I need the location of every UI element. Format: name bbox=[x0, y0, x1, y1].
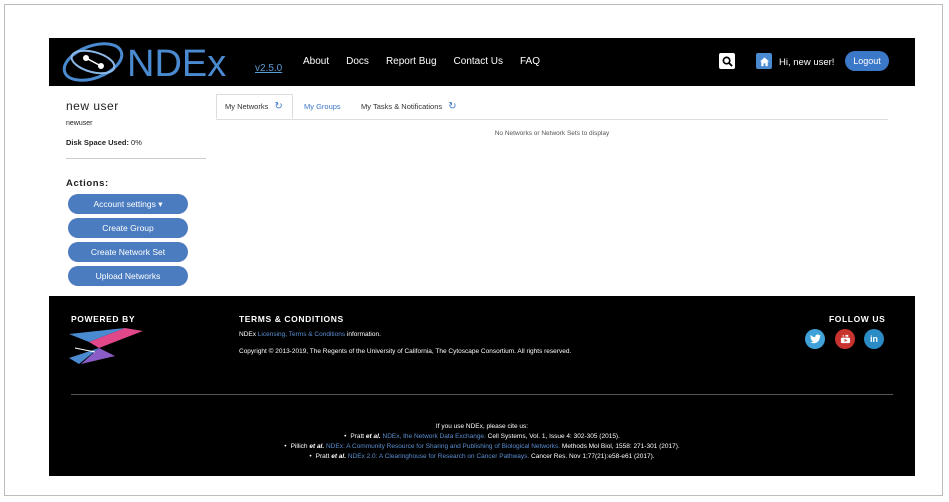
citation-1-authors: Pratt bbox=[350, 433, 365, 440]
disk-space-value: 0% bbox=[131, 138, 142, 147]
terms-suffix: information. bbox=[346, 331, 381, 338]
tab-my-networks-label: My Networks bbox=[225, 102, 269, 111]
citation-2-ref: Methods Mol Biol, 1558: 271-301 (2017). bbox=[561, 443, 680, 450]
citation-1-etal: et al. bbox=[365, 433, 381, 440]
version-link[interactable]: v2.5.0 bbox=[255, 63, 282, 74]
disk-space-label: Disk Space Used: bbox=[66, 138, 129, 147]
create-network-set-button[interactable]: Create Network Set bbox=[68, 242, 188, 262]
citation-2-link[interactable]: NDEx: A Community Resource for Sharing a… bbox=[326, 443, 560, 450]
nav-contact-us[interactable]: Contact Us bbox=[454, 56, 503, 67]
powered-by-heading: POWERED BY bbox=[71, 314, 136, 324]
nav-faq[interactable]: FAQ bbox=[520, 56, 540, 67]
citation-3-ref: Cancer Res. Nov 1;77(21):e58-e61 (2017). bbox=[531, 453, 655, 460]
citation-2-etal: et al. bbox=[309, 443, 325, 450]
user-greeting[interactable]: Hi, new user! bbox=[779, 57, 834, 68]
nav-report-bug[interactable]: Report Bug bbox=[386, 56, 437, 67]
tab-my-tasks[interactable]: My Tasks & Notifications ↻ bbox=[353, 94, 465, 119]
follow-us-heading: FOLLOW US bbox=[829, 314, 886, 324]
refresh-icon[interactable]: ↻ bbox=[448, 101, 456, 112]
footer-divider bbox=[71, 394, 893, 395]
citation-3: • Pratt et al. NDEx 2.0: A Clearinghouse … bbox=[309, 453, 655, 460]
cytoscape-logo[interactable] bbox=[69, 328, 145, 366]
cite-intro: If you use NDEx, please cite us: bbox=[435, 423, 529, 430]
site-footer: POWERED BY TERMS & CONDITIONS NDEx Licen… bbox=[49, 296, 915, 476]
nav-about[interactable]: About bbox=[303, 56, 329, 67]
citation-3-link[interactable]: NDEx 2.0: A Clearinghouse for Research o… bbox=[348, 453, 529, 460]
nav-docs[interactable]: Docs bbox=[346, 56, 369, 67]
content-tabs: My Networks ↻ My Groups My Tasks & Notif… bbox=[216, 94, 888, 120]
account-settings-button[interactable]: Account settings ▾ bbox=[68, 194, 188, 214]
ndex-site: NDEx v2.5.0 About Docs Report Bug Contac… bbox=[49, 38, 915, 476]
nav-links: About Docs Report Bug Contact Us FAQ bbox=[303, 56, 557, 67]
sidebar-divider bbox=[66, 158, 206, 159]
copyright-text: Copyright © 2013-2019, The Regents of th… bbox=[239, 348, 572, 355]
home-icon bbox=[759, 56, 769, 66]
citation-3-authors: Pratt bbox=[315, 453, 330, 460]
citation-1: • Pratt et al. NDEx, the Network Data Exc… bbox=[344, 433, 620, 440]
ndex-logo[interactable]: NDEx bbox=[53, 38, 263, 86]
top-navbar: NDEx v2.5.0 About Docs Report Bug Contac… bbox=[49, 38, 915, 86]
disk-space: Disk Space Used: 0% bbox=[66, 138, 142, 147]
actions-heading: Actions: bbox=[66, 178, 109, 189]
terms-prefix: NDEx bbox=[239, 331, 256, 338]
home-button[interactable] bbox=[756, 53, 772, 69]
profile-name: new user bbox=[66, 99, 119, 113]
profile-username: newuser bbox=[66, 120, 93, 127]
refresh-icon[interactable]: ↻ bbox=[274, 101, 282, 112]
tab-my-tasks-label: My Tasks & Notifications bbox=[361, 102, 443, 111]
logo-text: NDEx bbox=[127, 43, 226, 85]
citation-2-authors: Pillich bbox=[290, 443, 308, 450]
create-group-button[interactable]: Create Group bbox=[68, 218, 188, 238]
citation-1-ref: Cell Systems, Vol. 1, Issue 4: 302-305 (… bbox=[487, 433, 620, 440]
terms-heading: TERMS & CONDITIONS bbox=[239, 314, 344, 324]
tab-my-networks[interactable]: My Networks ↻ bbox=[216, 94, 293, 119]
upload-networks-button[interactable]: Upload Networks bbox=[68, 266, 188, 286]
tab-my-groups-label: My Groups bbox=[304, 102, 341, 111]
citation-2: • Pillich et al. NDEx: A Community Resour… bbox=[284, 443, 680, 450]
citation-3-etal: et al. bbox=[331, 453, 347, 460]
twitter-icon[interactable] bbox=[805, 329, 825, 349]
logout-button[interactable]: Logout bbox=[845, 51, 889, 71]
linkedin-icon[interactable]: in bbox=[864, 329, 884, 349]
terms-link[interactable]: Licensing, Terms & Conditions bbox=[258, 331, 345, 338]
youtube-icon[interactable] bbox=[835, 329, 855, 349]
tab-my-groups[interactable]: My Groups bbox=[296, 94, 349, 119]
empty-networks-message: No Networks or Network Sets to display bbox=[494, 130, 610, 137]
search-icon bbox=[722, 56, 733, 67]
citation-1-link[interactable]: NDEx, the Network Data Exchange. bbox=[383, 433, 486, 440]
search-button[interactable] bbox=[719, 53, 735, 69]
terms-line: NDEx Licensing, Terms & Conditions infor… bbox=[239, 331, 381, 338]
